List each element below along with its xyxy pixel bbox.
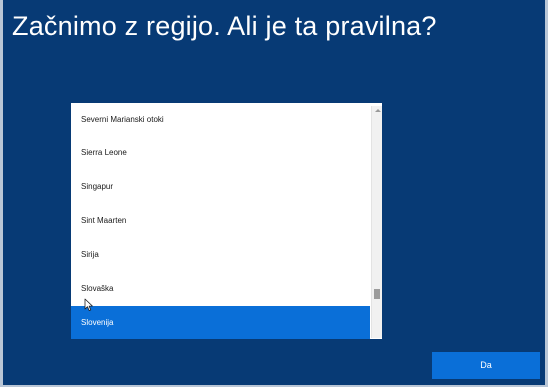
list-item[interactable]: Severni Marianski otoki bbox=[71, 103, 370, 136]
list-item[interactable]: Sierra Leone bbox=[71, 136, 370, 170]
scrollbar-thumb[interactable] bbox=[374, 289, 380, 299]
scroll-up-arrow-icon[interactable] bbox=[375, 109, 381, 112]
mouse-pointer-icon bbox=[84, 298, 93, 311]
list-item[interactable]: Slovaška bbox=[71, 272, 370, 306]
list-item[interactable]: Sint Maarten bbox=[71, 204, 370, 238]
region-list[interactable]: Severni Marianski otoki Sierra Leone Sin… bbox=[71, 103, 382, 339]
list-item[interactable]: Singapur bbox=[71, 170, 370, 204]
region-list-items: Severni Marianski otoki Sierra Leone Sin… bbox=[71, 103, 370, 339]
list-item-selected[interactable]: Slovenija bbox=[71, 306, 370, 339]
confirm-button[interactable]: Da bbox=[432, 352, 540, 379]
list-item[interactable]: Sirija bbox=[71, 238, 370, 272]
scrollbar[interactable] bbox=[371, 106, 382, 338]
page-title: Začnimo z regijo. Ali je ta pravilna? bbox=[12, 11, 437, 41]
